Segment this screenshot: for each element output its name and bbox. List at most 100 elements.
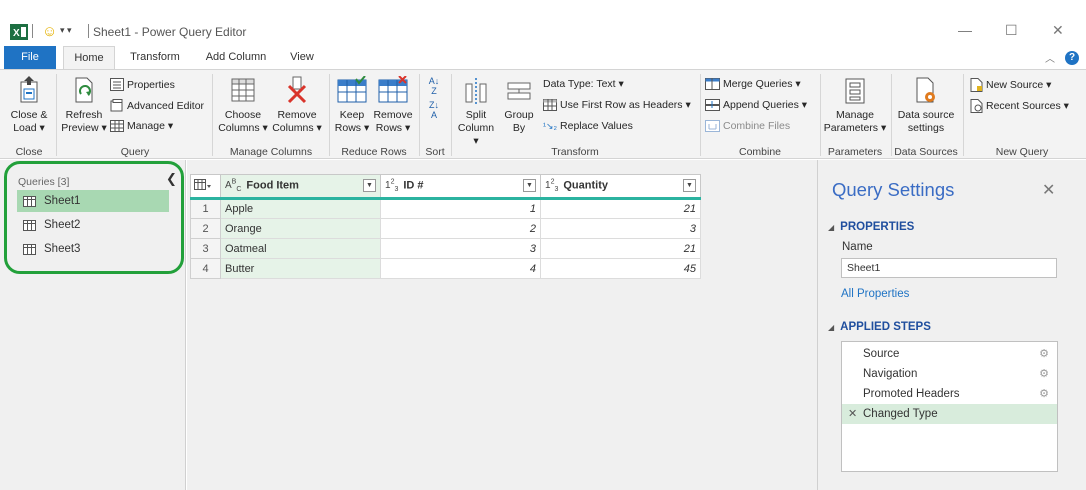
query-settings-title: Query Settings xyxy=(832,179,955,200)
table-row[interactable]: 1 Apple 1 21 xyxy=(190,198,701,219)
group-label-transform: Transform xyxy=(551,146,599,158)
tab-file[interactable]: File xyxy=(4,46,56,69)
cell-id[interactable]: 2 xyxy=(380,218,541,239)
data-source-settings-button[interactable]: Data source settings xyxy=(893,76,959,135)
cell-food-item[interactable]: Orange xyxy=(220,218,381,239)
table-menu-button[interactable] xyxy=(190,174,221,200)
manage-table-icon xyxy=(110,120,124,132)
group-by-button[interactable]: Group By xyxy=(500,76,538,135)
cell-id[interactable]: 1 xyxy=(380,198,541,219)
column-header-food-item[interactable]: ABC Food Item ▼ xyxy=(220,174,381,200)
keep-rows-button[interactable]: Keep Rows ▾ xyxy=(333,76,371,135)
query-item-sheet3[interactable]: Sheet3 xyxy=(17,238,169,260)
cell-food-item[interactable]: Butter xyxy=(220,258,381,279)
column-header-quantity[interactable]: 123 Quantity ▼ xyxy=(540,174,701,200)
table-row[interactable]: 3 Oatmeal 3 21 xyxy=(190,238,701,259)
manage-parameters-button[interactable]: Manage Parameters ▾ xyxy=(822,76,888,135)
gear-icon[interactable]: ⚙ xyxy=(1039,384,1049,404)
help-icon[interactable]: ? xyxy=(1065,51,1079,65)
gear-icon[interactable]: ⚙ xyxy=(1039,364,1049,384)
tab-add-column[interactable]: Add Column xyxy=(200,46,272,69)
cell-quantity[interactable]: 21 xyxy=(540,198,701,219)
replace-values-button[interactable]: ¹↘₂ Replace Values xyxy=(543,120,633,132)
filter-dropdown-icon[interactable]: ▼ xyxy=(523,179,536,192)
number-type-icon[interactable]: 123 xyxy=(385,179,398,193)
properties-label: Properties xyxy=(127,78,175,91)
ribbon: Close & Load ▾ Close Refresh Preview ▾ P… xyxy=(0,69,1086,159)
step-navigation[interactable]: Navigation ⚙ xyxy=(842,364,1057,384)
collapse-queries-icon[interactable]: ❮ xyxy=(166,171,177,187)
combine-files-button[interactable]: Combine Files xyxy=(705,120,790,132)
table-row[interactable]: 2 Orange 2 3 xyxy=(190,218,701,239)
close-settings-icon[interactable]: ✕ xyxy=(1042,180,1055,200)
row-number: 1 xyxy=(190,198,221,219)
cell-quantity[interactable]: 45 xyxy=(540,258,701,279)
text-type-icon[interactable]: ABC xyxy=(225,179,241,193)
manage-button[interactable]: Manage ▾ xyxy=(110,120,173,132)
data-type-dropdown[interactable]: Data Type: Text ▾ xyxy=(543,78,624,90)
applied-steps-section-header[interactable]: ◢ APPLIED STEPS xyxy=(828,321,931,333)
data-source-settings-label: settings xyxy=(907,122,945,134)
new-source-button[interactable]: New Source ▾ xyxy=(970,78,1051,92)
cell-food-item[interactable]: Apple xyxy=(220,198,381,219)
remove-rows-label: Remove xyxy=(373,109,413,121)
queries-header: Queries [3] xyxy=(18,176,70,188)
use-first-row-button[interactable]: Use First Row as Headers ▾ xyxy=(543,99,691,111)
sort-ascending-button[interactable]: A↓ Z xyxy=(424,76,444,96)
merge-queries-button[interactable]: Merge Queries ▾ xyxy=(705,78,801,90)
column-header-id[interactable]: 123 ID # ▼ xyxy=(380,174,541,200)
smiley-feedback-icon[interactable]: ☺ xyxy=(42,23,57,40)
step-changed-type[interactable]: ✕ Changed Type xyxy=(842,404,1057,424)
filter-dropdown-icon[interactable]: ▼ xyxy=(363,179,376,192)
group-separator xyxy=(963,74,964,156)
properties-section-label: PROPERTIES xyxy=(840,221,915,233)
properties-button[interactable]: Properties xyxy=(110,78,175,91)
close-window-button[interactable]: ✕ xyxy=(1052,22,1064,39)
close-load-button[interactable]: Close & Load ▾ xyxy=(6,76,52,135)
all-properties-link[interactable]: All Properties xyxy=(841,288,909,300)
group-label-sort: Sort xyxy=(425,146,445,158)
choose-columns-button[interactable]: Choose Columns ▾ xyxy=(217,76,269,135)
properties-section-header[interactable]: ◢ PROPERTIES xyxy=(828,221,914,233)
step-source[interactable]: Source ⚙ xyxy=(842,344,1057,364)
remove-columns-label: Remove xyxy=(277,109,317,121)
close-load-icon xyxy=(20,76,38,103)
group-separator xyxy=(419,74,420,156)
delete-step-icon[interactable]: ✕ xyxy=(848,404,857,424)
query-item-sheet2[interactable]: Sheet2 xyxy=(17,214,169,236)
query-name-input[interactable] xyxy=(841,258,1057,278)
table-row[interactable]: 4 Butter 4 45 xyxy=(190,258,701,279)
step-promoted-headers[interactable]: Promoted Headers ⚙ xyxy=(842,384,1057,404)
tab-view[interactable]: View xyxy=(282,46,322,69)
query-item-sheet1[interactable]: Sheet1 xyxy=(17,190,169,212)
remove-rows-button[interactable]: Remove Rows ▾ xyxy=(371,76,415,135)
remove-columns-button[interactable]: Remove Columns ▾ xyxy=(271,76,323,135)
refresh-preview-button[interactable]: Refresh Preview ▾ xyxy=(60,76,108,135)
sort-descending-button[interactable]: Z↓ A xyxy=(424,100,444,120)
collapse-ribbon-icon[interactable]: ︿ xyxy=(1045,50,1055,65)
recent-sources-button[interactable]: Recent Sources ▾ xyxy=(970,99,1069,113)
applied-steps-list: Source ⚙ Navigation ⚙ Promoted Headers ⚙… xyxy=(841,341,1058,472)
append-queries-label: Append Queries ▾ xyxy=(723,99,808,111)
keep-rows-icon xyxy=(337,76,367,103)
gear-icon[interactable]: ⚙ xyxy=(1039,344,1049,364)
cell-quantity[interactable]: 3 xyxy=(540,218,701,239)
cell-food-item[interactable]: Oatmeal xyxy=(220,238,381,259)
split-column-button[interactable]: Split Column ▾ xyxy=(455,76,497,148)
append-queries-button[interactable]: Append Queries ▾ xyxy=(705,99,807,111)
number-type-icon[interactable]: 123 xyxy=(545,179,558,193)
cell-quantity[interactable]: 21 xyxy=(540,238,701,259)
minimize-button[interactable]: — xyxy=(958,22,972,38)
group-label-parameters: Parameters xyxy=(827,146,883,158)
filter-dropdown-icon[interactable]: ▼ xyxy=(683,179,696,192)
cell-id[interactable]: 4 xyxy=(380,258,541,279)
quick-access-dropdown[interactable]: ▾ ▾ xyxy=(60,25,72,36)
tab-home[interactable]: Home xyxy=(63,46,115,70)
tab-transform[interactable]: Transform xyxy=(124,46,186,69)
advanced-editor-button[interactable]: Advanced Editor xyxy=(110,99,204,112)
row-number: 3 xyxy=(190,238,221,259)
group-label-reduce-rows: Reduce Rows xyxy=(341,146,407,158)
maximize-button[interactable]: ☐ xyxy=(1005,22,1018,39)
query-name: Sheet3 xyxy=(44,243,81,255)
cell-id[interactable]: 3 xyxy=(380,238,541,259)
